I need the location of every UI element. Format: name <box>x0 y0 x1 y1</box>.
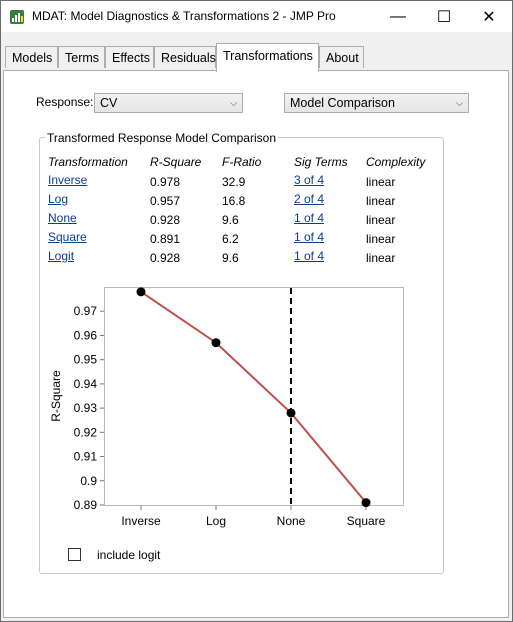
header-transformation: Transformation <box>48 155 128 169</box>
jmp-app-icon <box>10 10 24 24</box>
tab-terms[interactable]: Terms <box>58 46 105 68</box>
response-select[interactable]: CV ⌵ <box>94 93 243 113</box>
response-label: Response: <box>36 95 94 109</box>
sig-terms-link[interactable]: 1 of 4 <box>294 230 324 244</box>
chevron-down-icon: ⌵ <box>230 98 237 108</box>
tab-models[interactable]: Models <box>5 46 58 68</box>
view-select[interactable]: Model Comparison ⌵ <box>284 93 469 113</box>
complexity-cell: linear <box>366 251 396 265</box>
transformation-link[interactable]: Square <box>48 230 87 244</box>
sig-terms-link[interactable]: 1 of 4 <box>294 211 324 225</box>
chevron-down-icon: ⌵ <box>456 98 463 108</box>
rsquare-cell: 0.957 <box>150 194 181 208</box>
transformation-link[interactable]: Log <box>48 192 68 206</box>
rsquare-cell: 0.928 <box>150 213 181 227</box>
rsquare-cell: 0.891 <box>150 232 181 246</box>
complexity-cell: linear <box>366 194 396 208</box>
include-logit-checkbox[interactable] <box>68 548 81 561</box>
header-rsquare: R-Square <box>150 155 202 169</box>
fratio-cell: 32.9 <box>222 175 246 189</box>
view-value: Model Comparison <box>290 96 395 110</box>
tab-effects[interactable]: Effects <box>105 46 154 68</box>
tab-transformations[interactable]: Transformations <box>216 43 319 72</box>
fratio-cell: 16.8 <box>222 194 246 208</box>
fratio-cell: 9.6 <box>222 213 239 227</box>
complexity-cell: linear <box>366 232 396 246</box>
transformation-link[interactable]: Inverse <box>48 173 87 187</box>
title-bar: MDAT: Model Diagnostics & Transformation… <box>1 1 512 32</box>
fratio-cell: 9.6 <box>222 251 239 265</box>
group-title: Transformed Response Model Comparison <box>45 131 278 145</box>
maximize-button[interactable]: ☐ <box>421 1 467 32</box>
header-sig-terms: Sig Terms <box>294 155 348 169</box>
complexity-cell: linear <box>366 175 396 189</box>
header-fratio: F-Ratio <box>222 155 262 169</box>
sig-terms-link[interactable]: 2 of 4 <box>294 192 324 206</box>
response-value: CV <box>100 96 118 110</box>
include-logit-label: include logit <box>97 548 161 562</box>
close-button[interactable]: ✕ <box>466 1 512 32</box>
rsquare-cell: 0.928 <box>150 251 181 265</box>
sig-terms-link[interactable]: 1 of 4 <box>294 249 324 263</box>
tab-about[interactable]: About <box>319 46 364 68</box>
window-title: MDAT: Model Diagnostics & Transformation… <box>32 9 336 23</box>
transformation-link[interactable]: Logit <box>48 249 74 263</box>
tab-residuals[interactable]: Residuals <box>154 46 216 68</box>
fratio-cell: 6.2 <box>222 232 239 246</box>
minimize-button[interactable]: — <box>375 1 421 32</box>
transformation-link[interactable]: None <box>48 211 77 225</box>
complexity-cell: linear <box>366 213 396 227</box>
sig-terms-link[interactable]: 3 of 4 <box>294 173 324 187</box>
plot-frame <box>104 287 404 506</box>
header-complexity: Complexity <box>366 155 426 169</box>
rsquare-cell: 0.978 <box>150 175 181 189</box>
